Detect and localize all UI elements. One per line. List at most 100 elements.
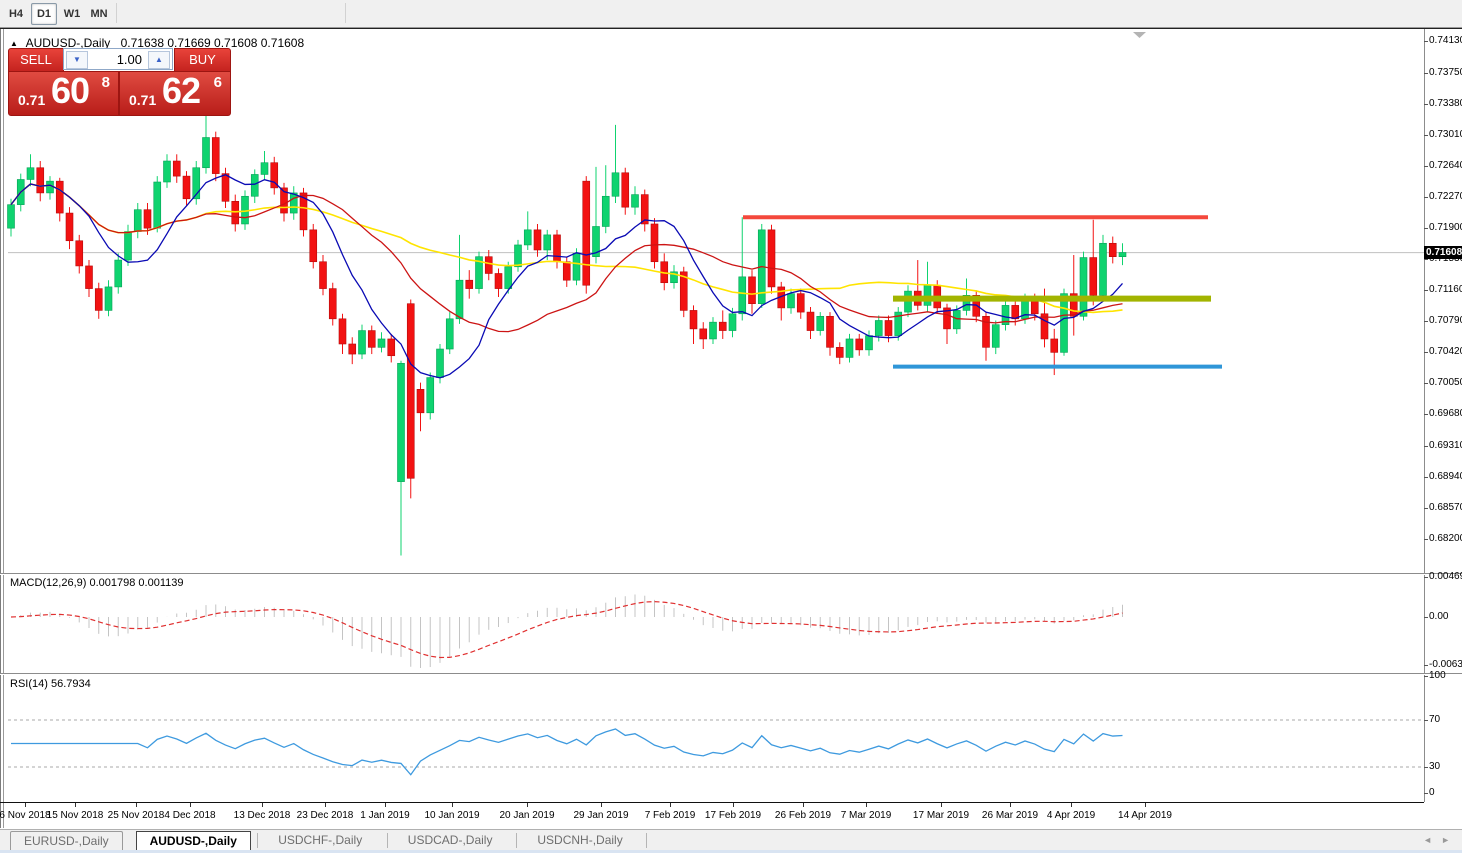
- macd-values: 0.001798 0.001139: [89, 577, 183, 589]
- macd-axis-tick: [1424, 577, 1428, 578]
- timeframe-toolbar: H4 D1 W1 MN: [0, 0, 1462, 27]
- macd-axis-label: -0.00639: [1429, 659, 1462, 670]
- date-axis-tick: [670, 803, 671, 807]
- rsi-value: 56.7934: [51, 678, 91, 690]
- candle-body: [56, 181, 63, 213]
- price-axis-label: 0.70420: [1429, 346, 1462, 357]
- price-axis-label: 0.70050: [1429, 377, 1462, 388]
- price-axis-label: 0.73380: [1429, 98, 1462, 109]
- candle-body: [992, 325, 999, 348]
- candle-body: [417, 389, 424, 413]
- rsi-axis-label: 70: [1429, 714, 1440, 725]
- toolbar-separator: [345, 3, 346, 23]
- one-click-trading-panel: SELL ▼ ▲ BUY 0.71 60 8 0.71 62 6: [8, 48, 229, 114]
- sell-price-box[interactable]: 0.71 60 8: [8, 71, 119, 116]
- timeframe-button-w1[interactable]: W1: [59, 3, 85, 25]
- price-axis-tick: [1424, 259, 1428, 260]
- candle-body: [203, 138, 210, 168]
- candle-body: [836, 347, 843, 357]
- date-axis-tick: [1145, 803, 1146, 807]
- price-axis-tick: [1424, 383, 1428, 384]
- date-axis-label: 20 Jan 2019: [499, 810, 554, 821]
- collapse-triangle-icon[interactable]: ▲: [10, 39, 18, 48]
- candle-body: [612, 173, 619, 197]
- candle-body: [320, 262, 327, 289]
- candle-body: [924, 285, 931, 305]
- price-axis-label: 0.70790: [1429, 315, 1462, 326]
- price-axis-label: 0.71160: [1429, 284, 1462, 295]
- candle-body: [154, 182, 161, 228]
- price-axis-tick: [1424, 477, 1428, 478]
- candle-body: [310, 230, 317, 262]
- timeframe-button-mn[interactable]: MN: [85, 3, 113, 25]
- candle-body: [583, 181, 590, 285]
- price-axis-label: 0.72270: [1429, 191, 1462, 202]
- chart-canvas[interactable]: [0, 0, 1462, 802]
- price-axis-tick: [1424, 508, 1428, 509]
- date-axis-label: 17 Feb 2019: [705, 810, 761, 821]
- price-axis-label: 0.73010: [1429, 129, 1462, 140]
- sell-price-pip: 8: [102, 74, 110, 91]
- buy-price-prefix: 0.71: [129, 92, 156, 108]
- candle-body: [515, 245, 522, 267]
- date-axis-tick: [1010, 803, 1011, 807]
- chart-tab-audusd[interactable]: AUDUSD-,Daily: [136, 831, 251, 851]
- candle-body: [437, 349, 444, 378]
- macd-axis-label: 0.00: [1429, 611, 1448, 622]
- chart-tab-usdcnh[interactable]: USDCNH-,Daily: [524, 831, 635, 850]
- volume-decrease-icon[interactable]: ▼: [66, 51, 88, 69]
- buy-button[interactable]: BUY: [174, 48, 231, 72]
- timeframe-button-h4[interactable]: H4: [4, 3, 28, 25]
- chart-tab-eurusd[interactable]: EURUSD-,Daily: [10, 831, 123, 851]
- tab-separator: [387, 833, 388, 848]
- date-axis-label: 7 Feb 2019: [645, 810, 696, 821]
- candle-body: [495, 273, 502, 288]
- candle-body: [1061, 294, 1068, 353]
- candle-body: [290, 193, 297, 213]
- candle-body: [261, 163, 268, 175]
- price-axis-tick: [1424, 352, 1428, 353]
- buy-price-box[interactable]: 0.71 62 6: [119, 71, 231, 116]
- candle-body: [563, 262, 570, 280]
- volume-increase-icon[interactable]: ▲: [148, 51, 170, 69]
- window-border-left: [3, 29, 4, 828]
- candle-body: [76, 241, 83, 266]
- tab-scroll-right-icon[interactable]: ►: [1441, 835, 1450, 845]
- candle-body: [427, 378, 434, 413]
- date-axis-label: 7 Mar 2019: [841, 810, 892, 821]
- candle-body: [359, 331, 366, 355]
- candle-body: [749, 277, 756, 304]
- tab-scroll-left-icon[interactable]: ◄: [1423, 835, 1432, 845]
- chart-tab-usdchf[interactable]: USDCHF-,Daily: [265, 831, 375, 850]
- timeframe-button-d1[interactable]: D1: [31, 3, 57, 25]
- candle-body: [37, 168, 44, 193]
- date-axis-label: 17 Mar 2019: [913, 810, 969, 821]
- rsi-axis-label: 100: [1429, 670, 1446, 681]
- volume-input[interactable]: [88, 51, 144, 68]
- date-axis-label: 4 Apr 2019: [1047, 810, 1095, 821]
- buy-price-big: 62: [162, 70, 200, 112]
- tab-separator: [257, 833, 258, 848]
- ma-slow-yellow-line: [11, 184, 1123, 312]
- date-axis-border: [0, 802, 1424, 803]
- chart-tab-usdcad[interactable]: USDCAD-,Daily: [395, 831, 506, 850]
- candle-body: [632, 195, 639, 208]
- price-axis-tick: [1424, 290, 1428, 291]
- candle-body: [66, 213, 73, 241]
- current-price-badge: 0.71608: [1424, 246, 1462, 259]
- candle-body: [144, 210, 151, 228]
- date-axis-label: 29 Jan 2019: [573, 810, 628, 821]
- pane-separator: [0, 574, 1462, 575]
- candle-body: [729, 314, 736, 331]
- sell-button[interactable]: SELL: [8, 48, 64, 72]
- mt4-chart-window: H4 D1 W1 MN ▲ AUDUSD-,Daily 0.71638 0.71…: [0, 0, 1462, 853]
- date-axis-tick: [190, 803, 191, 807]
- window-border: [0, 28, 1462, 29]
- candle-body: [1080, 258, 1087, 317]
- price-axis-label: 0.74130: [1429, 35, 1462, 46]
- candle-body: [134, 210, 141, 232]
- candle-body: [164, 161, 171, 182]
- sell-price-prefix: 0.71: [18, 92, 45, 108]
- candle-body: [827, 316, 834, 347]
- candle-body: [1100, 243, 1107, 295]
